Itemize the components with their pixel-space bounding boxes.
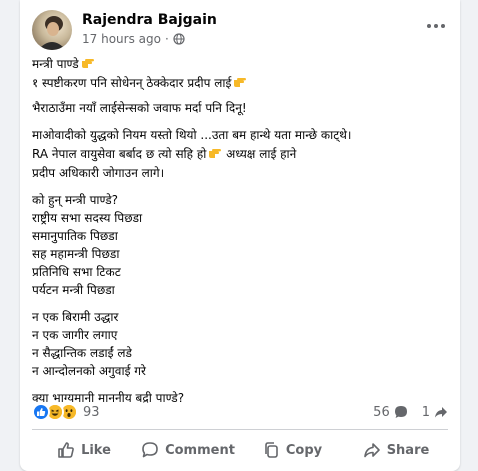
- post-header: Rajendra Bajgain 17 hours ago ·: [20, 0, 460, 52]
- thumbs-up-icon: [58, 442, 74, 458]
- post-line: १ स्पष्टीकरण पनि सोधेनन् ठेक्केदार प्रदी…: [32, 75, 452, 92]
- post-line-text: RA नेपाल वायुसेवा बर्बाद छ त्यो सहि हो: [32, 147, 207, 161]
- post-line: पर्यटन मन्त्री पिछडा: [32, 283, 115, 297]
- post-line-text: १ स्पष्टीकरण पनि सोधेनन् ठेक्केदार प्रदी…: [32, 76, 232, 90]
- copy-label: Copy: [285, 442, 323, 458]
- more-options-button[interactable]: [424, 16, 448, 36]
- post-line: न सैद्धान्तिक लडाईं लडे: [32, 346, 132, 360]
- author-avatar[interactable]: [32, 10, 72, 50]
- globe-icon: [173, 33, 185, 45]
- post-line-text: मन्त्री पाण्डे: [32, 57, 79, 71]
- comment-icon: [142, 442, 158, 458]
- copy-icon: [265, 442, 278, 458]
- post-timestamp[interactable]: 17 hours ago: [82, 32, 161, 46]
- meta-separator: ·: [164, 32, 169, 46]
- post-line: RA नेपाल वायुसेवा बर्बाद छ त्यो सहि हो अ…: [32, 146, 452, 163]
- comment-label: Comment: [165, 442, 235, 458]
- post-card: Rajendra Bajgain 17 hours ago · मन्त्री …: [20, 0, 460, 471]
- comment-count-value: 56: [373, 404, 390, 420]
- engagement-counts: 56 1: [373, 405, 448, 420]
- post-line: को हुन् मन्त्री पाण्डे?: [32, 193, 119, 207]
- comment-count[interactable]: 56: [373, 405, 408, 420]
- copy-button[interactable]: Copy: [240, 434, 344, 466]
- like-button[interactable]: Like: [32, 434, 136, 466]
- post-line: प्रतिनिधि सभा टिकट: [32, 265, 121, 279]
- comment-button[interactable]: Comment: [136, 434, 240, 466]
- share-label: Share: [386, 442, 430, 458]
- comment-bubble-icon: [394, 406, 407, 418]
- post-line: प्रदीप अधिकारी जोगाउन लागे।: [32, 166, 165, 180]
- post-line: मन्त्री पाण्डे: [32, 56, 452, 73]
- more-dot-icon: [427, 24, 431, 28]
- post-line-text: अध्यक्ष लाई हाने: [226, 147, 297, 161]
- share-button[interactable]: Share: [344, 434, 448, 466]
- post-meta: 17 hours ago ·: [82, 32, 185, 46]
- like-reaction-icon: [32, 403, 50, 421]
- pointing-hand-emoji-icon: [209, 149, 222, 158]
- post-line: सह महामन्त्री पिछडा: [32, 247, 120, 261]
- post-line: राष्ट्रीय सभा सदस्य पिछडा: [32, 211, 143, 225]
- author-name[interactable]: Rajendra Bajgain: [82, 12, 217, 28]
- pointing-hand-emoji-icon: [81, 59, 94, 68]
- post-line: माओवादीको युद्धको नियम यस्तो थियो ...उता…: [32, 128, 352, 142]
- post-stats: 93 56 1: [32, 398, 448, 426]
- share-count-value: 1: [421, 404, 430, 420]
- share-arrow-icon: [435, 407, 447, 418]
- more-dot-icon: [434, 24, 438, 28]
- reaction-count[interactable]: 93: [83, 405, 100, 420]
- post-line: न एक जागीर लगाए: [32, 328, 118, 342]
- post-line: न आन्दोलनको अगुवाई गरे: [32, 364, 146, 378]
- post-text: मन्त्री पाण्डे १ स्पष्टीकरण पनि सोधेनन् …: [32, 56, 452, 407]
- post-action-bar: Like Comment Copy Share: [32, 432, 448, 468]
- post-line: समानुपातिक पिछडा: [32, 229, 118, 243]
- post-line: भैराठाउँमा नयाँ लाईसेन्सको जवाफ मर्दा पन…: [32, 101, 247, 115]
- post-line: न एक बिरामी उद्धार: [32, 310, 119, 324]
- stats-divider: [32, 429, 448, 430]
- share-count[interactable]: 1: [422, 405, 448, 420]
- like-label: Like: [81, 442, 111, 458]
- more-dot-icon: [441, 24, 445, 28]
- share-icon: [363, 443, 380, 458]
- pointing-hand-emoji-icon: [234, 78, 247, 87]
- reactions-summary[interactable]: 93: [32, 403, 100, 421]
